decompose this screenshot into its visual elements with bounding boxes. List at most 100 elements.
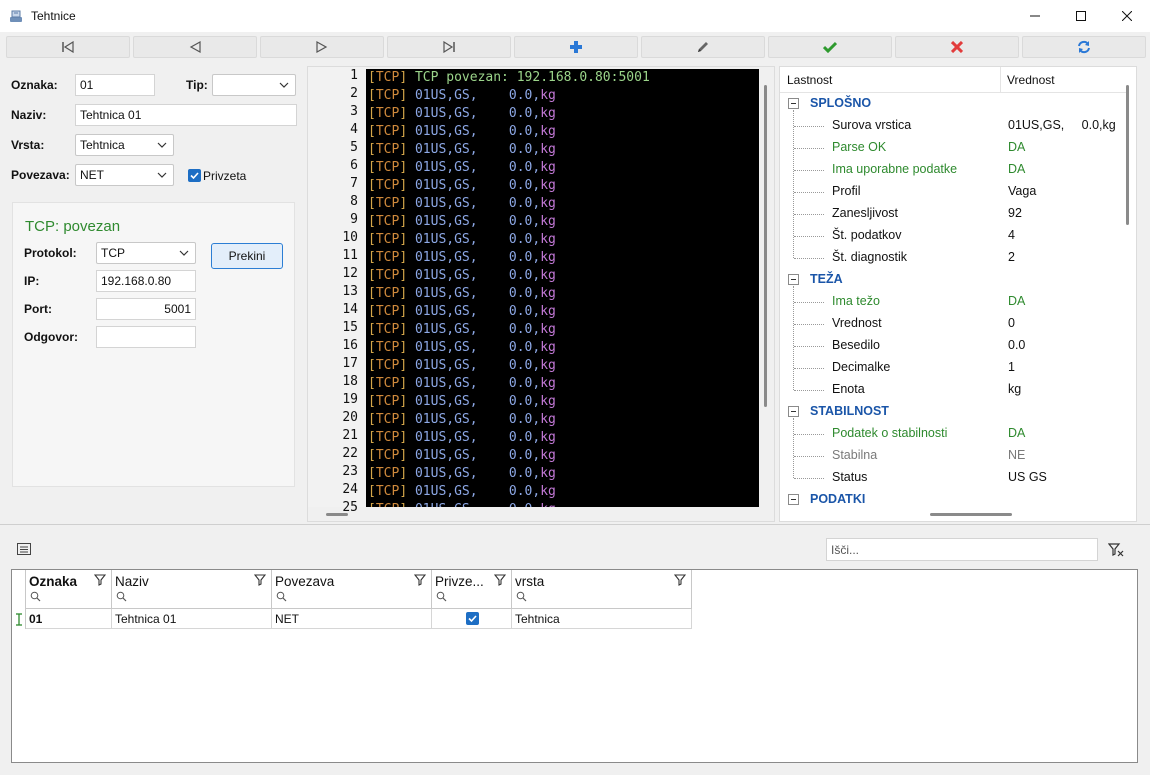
column-search-icon[interactable] [436,591,447,605]
property-row[interactable]: Stabilna NE [780,445,1128,467]
column-header[interactable]: Naziv [112,570,272,609]
clear-filter-button[interactable] [1107,543,1124,560]
property-row[interactable]: Podatek o stabilnosti DA [780,423,1128,445]
column-search-icon[interactable] [30,591,41,605]
table-cell-povezava[interactable]: NET [272,609,432,629]
column-filter-icon[interactable] [93,574,107,589]
column-filter-icon[interactable] [253,574,267,589]
column-search-icon[interactable] [276,591,287,605]
naziv-label: Naziv: [11,108,47,122]
privzeta-label: Privzeta [203,169,247,183]
refresh-button[interactable] [1022,36,1146,58]
log-tag: TCP [375,214,400,229]
confirm-button[interactable] [768,36,892,58]
log-line: [TCP] 01US,GS, 0.0,kg [368,304,556,319]
add-icon [570,41,582,53]
log-weight: ,GS, 0.0, [446,196,541,211]
table-cell-privzeta[interactable] [432,609,512,629]
collapse-icon[interactable] [788,406,799,417]
checkbox-checked-icon[interactable] [466,612,479,625]
column-filter-icon[interactable] [413,574,427,589]
property-row[interactable]: Št. podatkov 4 [780,225,1128,247]
property-row[interactable]: Št. diagnostik 2 [780,247,1128,269]
log-scale-code: 01US [414,106,447,121]
log-scale-code: 01US [414,250,447,265]
log-unit: kg [540,268,556,283]
property-category[interactable]: PODATKI [780,489,1128,511]
line-number: 23 [342,464,358,479]
log-unit: kg [540,214,556,229]
properties-horizontal-scrollbar[interactable] [930,513,1012,516]
log-scale-code: 01US [414,412,447,427]
maximize-button[interactable] [1058,0,1104,32]
odgovor-field[interactable] [96,326,196,348]
property-value: DA [1008,426,1026,440]
log-weight: ,GS, 0.0, [446,358,541,373]
column-filter-icon[interactable] [673,574,687,589]
column-search-icon[interactable] [116,591,127,605]
table-cell-naziv[interactable]: Tehtnica 01 [112,609,272,629]
log-tag: TCP [375,160,400,175]
log-weight: ,GS, 0.0, [446,142,541,157]
naziv-field[interactable]: Tehtnica 01 [75,104,297,126]
property-row[interactable]: Besedilo 0.0 [780,335,1128,357]
search-input[interactable]: Išči... [826,538,1098,561]
port-field[interactable]: 5001 [96,298,196,320]
property-row[interactable]: Enota kg [780,379,1128,401]
column-header[interactable]: Povezava [272,570,432,609]
log-line: [TCP] 01US,GS, 0.0,kg [368,286,556,301]
privzeta-checkbox[interactable] [188,169,201,182]
property-category[interactable]: STABILNOST [780,401,1128,423]
tcp-log-console[interactable]: [TCP] TCP povezan: 192.168.0.80:5001 [TCP… [366,69,759,507]
property-row[interactable]: Profil Vaga [780,181,1128,203]
log-vertical-scrollbar[interactable] [764,85,767,407]
table-cell-oznaka[interactable]: 01 [26,609,112,629]
property-row[interactable]: Ima težo DA [780,291,1128,313]
minimize-button[interactable] [1012,0,1058,32]
log-scale-code: 01US [414,232,447,247]
property-value: 4 [1008,228,1015,242]
property-row[interactable]: Ima uporabne podatke DA [780,159,1128,181]
log-horizontal-scrollbar[interactable] [326,513,348,516]
collapse-icon[interactable] [788,274,799,285]
property-row[interactable]: Decimalke 1 [780,357,1128,379]
property-row[interactable]: Zanesljivost 92 [780,203,1128,225]
table-cell-vrsta[interactable]: Tehtnica [512,609,692,629]
log-unit: kg [540,142,556,157]
property-category[interactable]: SPLOŠNO [780,93,1128,115]
collapse-icon[interactable] [788,494,799,505]
column-chooser-list-icon[interactable] [17,543,31,555]
column-search-icon[interactable] [516,591,527,605]
last-record-button[interactable] [387,36,511,58]
category-name: TEŽA [810,272,843,286]
edit-button[interactable] [641,36,765,58]
oznaka-field[interactable]: 01 [75,74,155,96]
protokol-select[interactable]: TCP [96,242,196,264]
column-header[interactable]: vrsta [512,570,692,609]
property-row[interactable]: Vrednost 0 [780,313,1128,335]
log-weight: ,GS, 0.0, [446,124,541,139]
column-header[interactable]: Oznaka [26,570,112,609]
panel-splitter[interactable] [0,524,1150,525]
vrsta-select[interactable]: Tehtnica [75,134,174,156]
first-record-button[interactable] [6,36,130,58]
next-record-button[interactable] [260,36,384,58]
close-button[interactable] [1104,0,1150,32]
column-filter-icon[interactable] [493,574,507,589]
property-row[interactable]: Status US GS [780,467,1128,489]
property-row[interactable]: Surova vrstica 01US,GS, 0.0,kg [780,115,1128,137]
previous-record-button[interactable] [133,36,257,58]
ip-field[interactable]: 192.168.0.80 [96,270,196,292]
cancel-button[interactable] [895,36,1019,58]
properties-vertical-scrollbar[interactable] [1126,85,1129,225]
disconnect-button[interactable]: Prekini [211,243,283,269]
collapse-icon[interactable] [788,98,799,109]
column-header[interactable]: Privze... [432,570,512,609]
tip-select[interactable] [212,74,296,96]
property-category[interactable]: TEŽA [780,269,1128,291]
log-weight: ,GS, 0.0, [446,286,541,301]
log-weight: ,GS, 0.0, [446,268,541,283]
property-row[interactable]: Parse OK DA [780,137,1128,159]
povezava-select[interactable]: NET [75,164,174,186]
add-button[interactable] [514,36,638,58]
